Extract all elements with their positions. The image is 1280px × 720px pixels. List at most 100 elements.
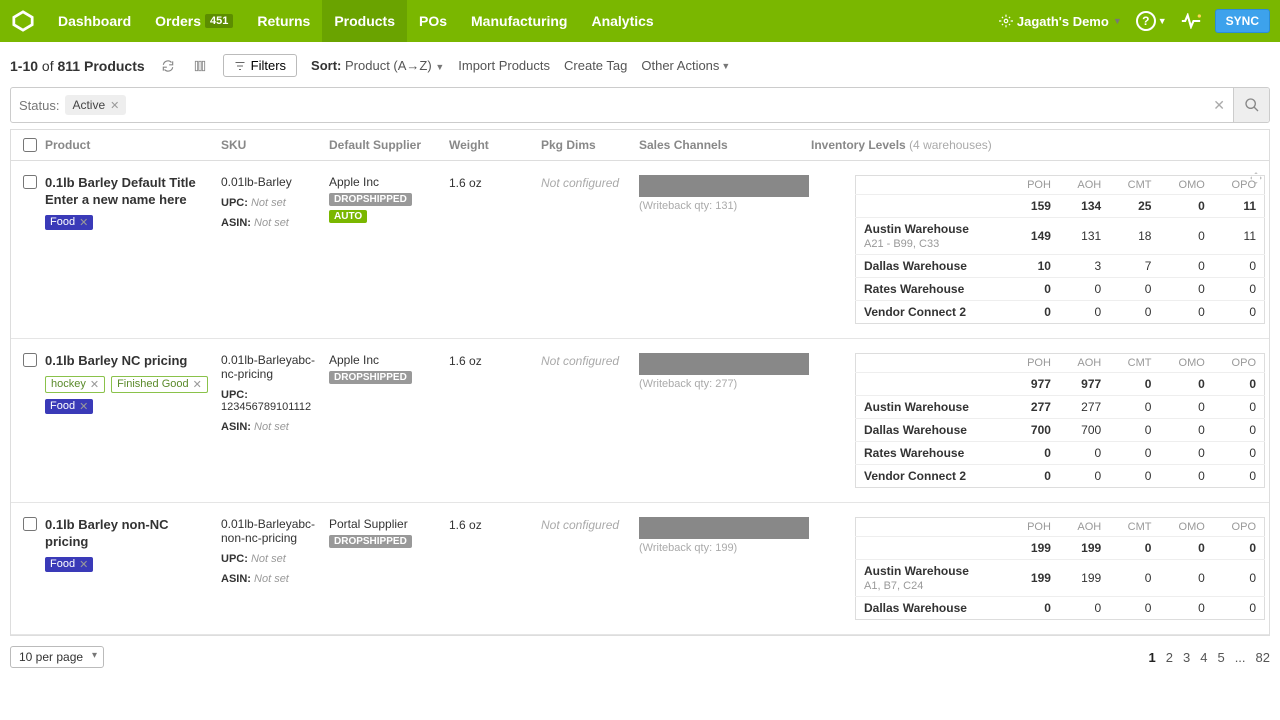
col-inventory[interactable]: Inventory Levels (4 warehouses) bbox=[811, 138, 1265, 152]
inventory-table: POHAOHCMTOMOOPO977977000Austin Warehouse… bbox=[855, 353, 1265, 488]
nav-orders[interactable]: Orders451 bbox=[143, 0, 245, 42]
pkg-value: Not configured bbox=[541, 518, 619, 532]
create-tag-link[interactable]: Create Tag bbox=[564, 58, 627, 73]
sales-channel-bar[interactable] bbox=[639, 517, 809, 539]
nav-badge: 451 bbox=[205, 14, 233, 28]
nav-products[interactable]: Products bbox=[322, 0, 407, 42]
nav-pos[interactable]: POs bbox=[407, 0, 459, 42]
weight-value: 1.6 oz bbox=[449, 354, 482, 368]
search-icon bbox=[1244, 97, 1260, 113]
products-grid: Product SKU Default Supplier Weight Pkg … bbox=[10, 129, 1270, 636]
page-1[interactable]: 1 bbox=[1149, 650, 1156, 665]
filter-icon bbox=[234, 60, 246, 72]
page-4[interactable]: 4 bbox=[1200, 650, 1207, 665]
col-sku[interactable]: SKU bbox=[221, 138, 329, 152]
page-3[interactable]: 3 bbox=[1183, 650, 1190, 665]
nav-dashboard[interactable]: Dashboard bbox=[46, 0, 143, 42]
sku-value: 0.01lb-Barley bbox=[221, 175, 329, 189]
pkg-value: Not configured bbox=[541, 176, 619, 190]
sku-value: 0.01lb-Barleyabc-nc-pricing bbox=[221, 353, 329, 381]
supplier-badge: AUTO bbox=[329, 210, 367, 223]
sync-button[interactable]: SYNC bbox=[1215, 9, 1270, 33]
product-name[interactable]: 0.1lb Barley NC pricing bbox=[45, 353, 215, 370]
remove-tag-icon[interactable]: ✕ bbox=[79, 216, 88, 229]
writeback-qty: (Writeback qty: 199) bbox=[639, 542, 811, 554]
caret-down-icon: ▼ bbox=[721, 61, 730, 71]
product-row: 0.1lb Barley Default Title Enter a new n… bbox=[11, 161, 1269, 339]
nav-manufacturing[interactable]: Manufacturing bbox=[459, 0, 579, 42]
footer: 10 per page 12345...82 bbox=[0, 636, 1280, 678]
writeback-qty: (Writeback qty: 131) bbox=[639, 200, 811, 212]
sort-control[interactable]: Sort: Product (A→Z) ▼ bbox=[311, 58, 444, 73]
help-menu[interactable]: ? ▼ bbox=[1136, 11, 1167, 31]
caret-down-icon: ▼ bbox=[435, 62, 444, 72]
row-checkbox[interactable] bbox=[23, 175, 37, 189]
results-count: 1-10 of 811 Products bbox=[10, 58, 145, 74]
page-2[interactable]: 2 bbox=[1166, 650, 1173, 665]
nav-analytics[interactable]: Analytics bbox=[579, 0, 665, 42]
col-supplier[interactable]: Default Supplier bbox=[329, 138, 449, 152]
product-tag[interactable]: Food ✕ bbox=[45, 215, 93, 230]
page-5[interactable]: 5 bbox=[1217, 650, 1224, 665]
help-icon: ? bbox=[1136, 11, 1156, 31]
activity-icon[interactable] bbox=[1181, 13, 1201, 29]
other-actions-menu[interactable]: Other Actions ▼ bbox=[641, 58, 730, 73]
row-checkbox[interactable] bbox=[23, 517, 37, 531]
drag-handle-icon[interactable] bbox=[1249, 171, 1263, 185]
inventory-table: POHAOHCMTOMOOPO15913425011Austin Warehou… bbox=[855, 175, 1265, 324]
col-pkg[interactable]: Pkg Dims bbox=[541, 138, 639, 152]
columns-icon[interactable] bbox=[191, 57, 209, 75]
top-nav: DashboardOrders451ReturnsProductsPOsManu… bbox=[0, 0, 1280, 42]
product-row: 0.1lb Barley NC pricing hockey ✕ Finished … bbox=[11, 339, 1269, 503]
sku-value: 0.01lb-Barleyabc-non-nc-pricing bbox=[221, 517, 329, 545]
pkg-value: Not configured bbox=[541, 354, 619, 368]
remove-tag-icon[interactable]: ✕ bbox=[79, 400, 88, 413]
remove-tag-icon[interactable]: ✕ bbox=[90, 378, 99, 391]
remove-chip-icon[interactable]: ✕ bbox=[110, 99, 119, 112]
logo[interactable] bbox=[10, 8, 36, 34]
product-row: 0.1lb Barley non-NC pricing Food ✕ 0.01lb-… bbox=[11, 503, 1269, 635]
status-filter-label: Status: bbox=[19, 98, 59, 113]
clear-search-button[interactable]: ✕ bbox=[1205, 97, 1233, 114]
search-button[interactable] bbox=[1233, 88, 1269, 122]
filters-button[interactable]: Filters bbox=[223, 54, 297, 77]
asin-value: ASIN: Not set bbox=[221, 573, 329, 585]
supplier-name: Apple Inc bbox=[329, 175, 449, 189]
row-checkbox[interactable] bbox=[23, 353, 37, 367]
col-sales[interactable]: Sales Channels bbox=[639, 138, 811, 152]
col-product[interactable]: Product bbox=[45, 138, 221, 152]
upc-value: UPC: 123456789101112 bbox=[221, 389, 329, 413]
sales-channel-bar[interactable] bbox=[639, 175, 809, 197]
product-name[interactable]: 0.1lb Barley Default Title Enter a new n… bbox=[45, 175, 215, 209]
pagination: 12345...82 bbox=[1149, 650, 1270, 665]
remove-tag-icon[interactable]: ✕ bbox=[193, 378, 202, 391]
asin-value: ASIN: Not set bbox=[221, 421, 329, 433]
import-products-link[interactable]: Import Products bbox=[458, 58, 550, 73]
inventory-table: POHAOHCMTOMOOPO199199000Austin Warehouse… bbox=[855, 517, 1265, 620]
grid-header: Product SKU Default Supplier Weight Pkg … bbox=[11, 130, 1269, 161]
account-switcher[interactable]: Jagath's Demo ▼ bbox=[999, 14, 1122, 29]
product-tag[interactable]: Food ✕ bbox=[45, 557, 93, 572]
per-page-select[interactable]: 10 per page bbox=[10, 646, 104, 668]
supplier-name: Apple Inc bbox=[329, 353, 449, 367]
product-tag[interactable]: hockey ✕ bbox=[45, 376, 105, 393]
search-bar: Status: Active ✕ ✕ bbox=[10, 87, 1270, 123]
refresh-icon[interactable] bbox=[159, 57, 177, 75]
col-weight[interactable]: Weight bbox=[449, 138, 541, 152]
caret-down-icon: ▼ bbox=[1158, 16, 1167, 26]
status-filter-chip[interactable]: Active ✕ bbox=[65, 95, 126, 115]
upc-value: UPC: Not set bbox=[221, 197, 329, 209]
product-tag[interactable]: Finished Good ✕ bbox=[111, 376, 208, 393]
toolbar: 1-10 of 811 Products Filters Sort: Produ… bbox=[0, 42, 1280, 87]
weight-value: 1.6 oz bbox=[449, 176, 482, 190]
sales-channel-bar[interactable] bbox=[639, 353, 809, 375]
nav-returns[interactable]: Returns bbox=[245, 0, 322, 42]
asin-value: ASIN: Not set bbox=[221, 217, 329, 229]
remove-tag-icon[interactable]: ✕ bbox=[79, 558, 88, 571]
product-name[interactable]: 0.1lb Barley non-NC pricing bbox=[45, 517, 215, 551]
writeback-qty: (Writeback qty: 277) bbox=[639, 378, 811, 390]
select-all-checkbox[interactable] bbox=[23, 138, 37, 152]
weight-value: 1.6 oz bbox=[449, 518, 482, 532]
page-82[interactable]: 82 bbox=[1256, 650, 1270, 665]
product-tag[interactable]: Food ✕ bbox=[45, 399, 93, 414]
